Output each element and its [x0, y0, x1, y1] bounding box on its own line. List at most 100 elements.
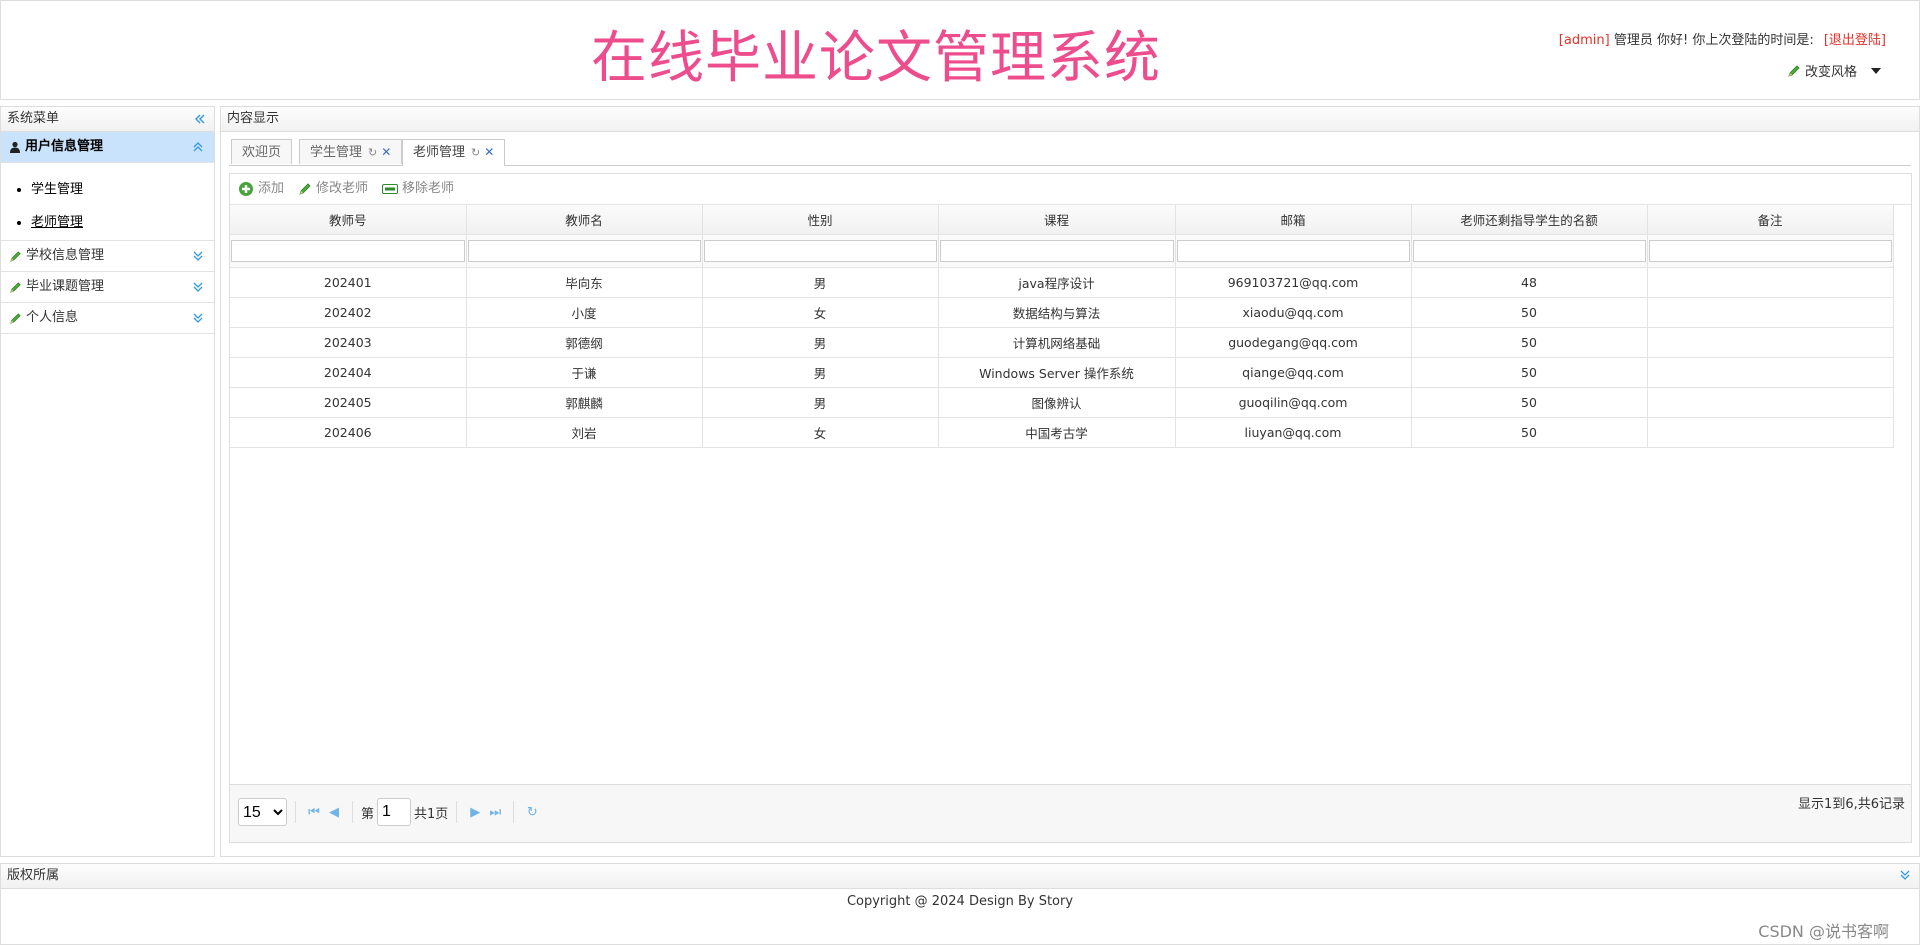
add-button[interactable]: 添加: [238, 174, 284, 204]
table-row[interactable]: 202402 小度 女 数据结构与算法 xiaodu@qq.com 50: [230, 297, 1894, 328]
tab-welcome[interactable]: 欢迎页: [231, 139, 293, 164]
column-header-gender[interactable]: 性别: [702, 205, 939, 235]
table-row[interactable]: 202406 刘岩 女 中国考古学 liuyan@qq.com 50: [230, 417, 1894, 448]
column-header-remaining-quota[interactable]: 老师还剩指导学生的名额: [1411, 205, 1648, 235]
expand-down-icon[interactable]: [1899, 864, 1911, 888]
next-page-icon[interactable]: ▶: [465, 805, 485, 820]
record-summary: 显示1到6,共6记录: [1798, 797, 1905, 812]
menu-item-teacher-manage[interactable]: 老师管理: [31, 206, 214, 239]
grid-toolbar: 添加 修改老师 移除老师: [230, 174, 1911, 205]
collapse-up-icon[interactable]: [192, 132, 204, 162]
cell-remaining-quota: 50: [1411, 417, 1648, 448]
sidebar-title: 系统菜单: [7, 111, 60, 126]
menu-group-label: 个人信息: [26, 310, 79, 325]
collapse-left-icon[interactable]: [194, 107, 206, 131]
menu-group-personal-info[interactable]: 个人信息: [1, 303, 214, 334]
filter-input-remaining-quota[interactable]: [1412, 240, 1646, 262]
column-header-course[interactable]: 课程: [938, 205, 1176, 235]
cell-remark: [1647, 297, 1894, 328]
footer-header: 版权所属: [1, 864, 1919, 889]
menu-item-student-manage[interactable]: 学生管理: [31, 173, 214, 206]
watermark-text: CSDN @说书客啊: [1758, 922, 1889, 941]
cell-course: 数据结构与算法: [938, 297, 1176, 328]
cell-remark: [1647, 327, 1894, 358]
pager-divider: [295, 801, 296, 823]
cell-gender: 女: [702, 417, 939, 448]
filter-input-teacher-name[interactable]: [467, 240, 701, 262]
menu-group-label: 毕业课题管理: [26, 279, 105, 294]
sidebar-header: 系统菜单: [1, 107, 214, 132]
cell-remark: [1647, 357, 1894, 388]
pencil-icon: [9, 312, 22, 325]
filter-input-remark[interactable]: [1648, 240, 1892, 262]
menu-group-school-info[interactable]: 学校信息管理: [1, 241, 214, 272]
cell-teacher-name: 刘岩: [466, 417, 703, 448]
column-header-teacher-id[interactable]: 教师号: [230, 205, 467, 235]
filter-input-teacher-id[interactable]: [231, 240, 465, 262]
cell-teacher-name: 于谦: [466, 357, 703, 388]
page-size-select[interactable]: 15: [238, 798, 287, 826]
pencil-icon: [9, 250, 22, 263]
cell-remaining-quota: 50: [1411, 387, 1648, 418]
menu-group-user-info[interactable]: 用户信息管理: [1, 132, 214, 163]
footer: 版权所属 Copyright @ 2024 Design By Story CS…: [0, 863, 1920, 945]
menu-group-thesis-topics[interactable]: 毕业课题管理: [1, 272, 214, 303]
change-style-label: 改变风格: [1804, 65, 1857, 80]
refresh-icon[interactable]: ↻: [522, 805, 542, 820]
page-number-input[interactable]: [377, 798, 412, 826]
cell-remark: [1647, 417, 1894, 448]
close-tab-icon[interactable]: ✕: [484, 145, 494, 159]
cell-email: 969103721@qq.com: [1175, 267, 1412, 298]
last-page-icon[interactable]: ⏭: [485, 805, 505, 820]
cell-remaining-quota: 50: [1411, 327, 1648, 358]
tab-student-manage[interactable]: 学生管理 ↻ ✕: [299, 139, 403, 164]
cell-gender: 男: [702, 357, 939, 388]
cell-remaining-quota: 48: [1411, 267, 1648, 298]
cell-gender: 女: [702, 297, 939, 328]
close-tab-icon[interactable]: ✕: [381, 145, 391, 159]
table-row[interactable]: 202403 郭德纲 男 计算机网络基础 guodegang@qq.com 50: [230, 327, 1894, 358]
column-header-email[interactable]: 邮箱: [1175, 205, 1412, 235]
column-header-remark[interactable]: 备注: [1647, 205, 1894, 235]
dropdown-caret-icon: [1871, 67, 1881, 74]
cell-course: 计算机网络基础: [938, 327, 1176, 358]
pencil-icon: [1787, 64, 1801, 78]
expand-down-icon[interactable]: [192, 241, 204, 271]
logout-link[interactable]: [退出登陆]: [1824, 33, 1886, 48]
filter-input-gender[interactable]: [703, 240, 937, 262]
pager-divider: [352, 801, 353, 823]
cell-teacher-id: 202403: [230, 327, 467, 358]
pencil-icon: [9, 281, 22, 294]
cell-remaining-quota: 50: [1411, 297, 1648, 328]
username: [admin]: [1558, 33, 1610, 48]
column-header-teacher-name[interactable]: 教师名: [466, 205, 703, 235]
filter-input-course[interactable]: [939, 240, 1174, 262]
filter-row: [230, 234, 1894, 268]
cell-course: 中国考古学: [938, 417, 1176, 448]
cell-gender: 男: [702, 387, 939, 418]
cell-email: guodegang@qq.com: [1175, 327, 1412, 358]
teacher-grid: 添加 修改老师 移除老师 教师号 教师名 性别 课程 邮箱 老师还剩指导学生的名…: [229, 173, 1912, 843]
pencil-icon: [298, 182, 312, 196]
cell-email: xiaodu@qq.com: [1175, 297, 1412, 328]
prev-page-icon[interactable]: ◀: [324, 805, 344, 820]
change-style-menu[interactable]: 改变风格: [1787, 61, 1881, 80]
table-row[interactable]: 202405 郭麒麟 男 图像辨认 guoqilin@qq.com 50: [230, 387, 1894, 418]
cell-teacher-name: 毕向东: [466, 267, 703, 298]
expand-down-icon[interactable]: [192, 303, 204, 333]
edit-teacher-button[interactable]: 修改老师: [298, 174, 368, 204]
expand-down-icon[interactable]: [192, 272, 204, 302]
user-role: 管理员: [1613, 33, 1653, 48]
cell-teacher-id: 202401: [230, 267, 467, 298]
content-panel: 内容显示 欢迎页 学生管理 ↻ ✕ 老师管理 ↻ ✕ 添加 修改老师 移除老师 …: [220, 106, 1920, 857]
refresh-tab-icon[interactable]: ↻: [471, 146, 480, 159]
first-page-icon[interactable]: ⏮: [304, 805, 324, 820]
add-icon: [238, 181, 254, 197]
tab-teacher-manage[interactable]: 老师管理 ↻ ✕: [402, 139, 506, 166]
table-row[interactable]: 202404 于谦 男 Windows Server 操作系统 qiange@q…: [230, 357, 1894, 388]
remove-teacher-button[interactable]: 移除老师: [382, 174, 454, 204]
refresh-tab-icon[interactable]: ↻: [368, 146, 377, 159]
filter-input-email[interactable]: [1176, 240, 1410, 262]
table-row[interactable]: 202401 毕向东 男 java程序设计 969103721@qq.com 4…: [230, 267, 1894, 298]
cell-remark: [1647, 387, 1894, 418]
